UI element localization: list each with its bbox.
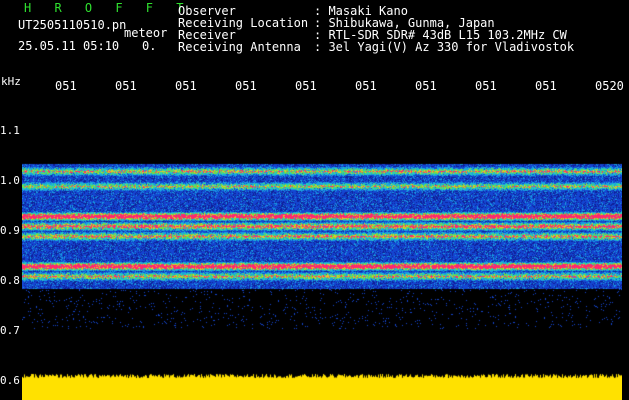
observation-mode: meteor bbox=[124, 26, 168, 40]
time-tick: 051 bbox=[295, 79, 317, 93]
time-tick: 051 bbox=[55, 79, 77, 93]
time-tick: 051 bbox=[115, 79, 137, 93]
freq-tick: 0.7 bbox=[0, 324, 20, 337]
freq-tick: 0.8 bbox=[0, 274, 20, 287]
time-tick: 051 bbox=[535, 79, 557, 93]
time-axis: 051 051 051 051 051 051 051 051 051 0520 bbox=[0, 79, 629, 93]
spectrogram bbox=[22, 99, 622, 400]
app-title: H R O F F T bbox=[24, 1, 192, 15]
antenna-label: Receiving Antenna bbox=[178, 40, 301, 54]
time-tick: 051 bbox=[175, 79, 197, 93]
freq-tick: 1.0 bbox=[0, 174, 20, 187]
time-tick: 051 bbox=[415, 79, 437, 93]
freq-tick: 0.9 bbox=[0, 224, 20, 237]
file-name: UT2505110510.pn bbox=[18, 18, 127, 32]
timestamp: 25.05.11 05:10 bbox=[18, 39, 120, 53]
time-tick: 051 bbox=[355, 79, 377, 93]
time-tick: 0520 bbox=[595, 79, 624, 93]
freq-tick: 1.1 bbox=[0, 124, 20, 137]
time-tick: 051 bbox=[235, 79, 257, 93]
freq-tick: 0.6 bbox=[0, 374, 20, 387]
status-flag: 0. bbox=[142, 39, 157, 53]
antenna-value: : 3el Yagi(V) Az 330 for Vladivostok bbox=[314, 40, 575, 54]
freq-unit: kHz bbox=[1, 75, 21, 88]
time-tick: 051 bbox=[475, 79, 497, 93]
